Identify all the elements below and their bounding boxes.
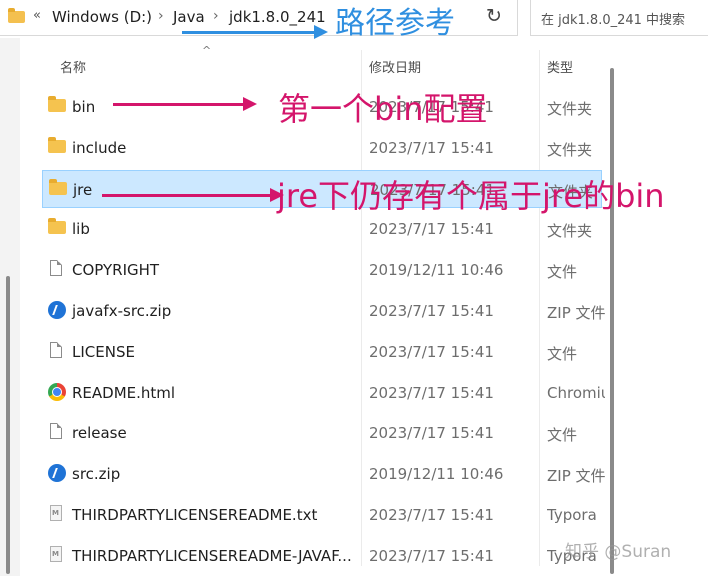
- file-icon: [50, 342, 62, 358]
- column-header-name[interactable]: 名称: [60, 57, 86, 76]
- breadcrumb-separator-icon[interactable]: ›: [158, 8, 164, 24]
- file-row-thirdpartylicensereadme-txt[interactable]: THIRDPARTYLICENSEREADME.txt 2023/7/17 15:…: [42, 496, 602, 534]
- search-placeholder: 在 jdk1.8.0_241 中搜索: [541, 13, 686, 28]
- file-type: ZIP 文件: [547, 467, 605, 485]
- path-annotation: 路径参考: [335, 6, 455, 41]
- arrow-line: [102, 194, 272, 197]
- file-type: 文件夹: [547, 222, 593, 240]
- folder-icon: [48, 218, 66, 234]
- jre-annotation: jre下仍存有个属于jre的bin: [277, 177, 665, 215]
- file-row-license[interactable]: LICENSE 2023/7/17 15:41 文件: [42, 333, 602, 371]
- file-name: COPYRIGHT: [72, 261, 160, 279]
- file-row-readme-html[interactable]: README.html 2023/7/17 15:41 Chromium: [42, 374, 605, 412]
- file-list-scroll-thumb[interactable]: [610, 68, 614, 574]
- file-type: Typora: [547, 506, 597, 524]
- column-header-date[interactable]: 修改日期: [369, 57, 421, 76]
- modified-date: 2019/12/11 10:46: [369, 465, 504, 483]
- arrow-head: [243, 97, 257, 111]
- file-name: bin: [72, 98, 96, 116]
- file-type: 文件: [547, 345, 578, 363]
- file-name: lib: [72, 220, 90, 238]
- modified-date: 2023/7/17 15:41: [369, 384, 494, 402]
- modified-date: 2023/7/17 15:41: [369, 424, 494, 442]
- file-name: release: [72, 424, 127, 442]
- zip-icon: [48, 464, 66, 482]
- folder-icon: [49, 179, 67, 195]
- file-name: THIRDPARTYLICENSEREADME.txt: [72, 506, 318, 524]
- breadcrumb-jdk[interactable]: jdk1.8.0_241: [229, 8, 326, 26]
- file-row-include[interactable]: include 2023/7/17 15:41 文件夹: [42, 129, 602, 167]
- modified-date: 2023/7/17 15:41: [369, 302, 494, 320]
- file-type: 文件: [547, 263, 578, 281]
- file-row-release[interactable]: release 2023/7/17 15:41 文件: [42, 414, 602, 452]
- search-input[interactable]: 在 jdk1.8.0_241 中搜索: [530, 0, 708, 36]
- modified-date: 2023/7/17 15:41: [369, 506, 494, 524]
- arrow-line: [113, 103, 245, 106]
- bin-annotation: 第一个bin配置: [278, 90, 488, 128]
- file-name: src.zip: [72, 465, 121, 483]
- modified-date: 2023/7/17 15:41: [369, 139, 494, 157]
- typora-icon: [50, 505, 62, 521]
- folder-icon: [8, 8, 25, 23]
- file-name: LICENSE: [72, 343, 135, 361]
- arrow-line: [182, 31, 316, 34]
- file-icon: [50, 423, 62, 439]
- modified-date: 2019/12/11 10:46: [369, 261, 504, 279]
- file-type: Chromium: [547, 384, 605, 402]
- watermark: 知乎 @Suran: [565, 542, 672, 562]
- file-type: 文件: [547, 426, 578, 444]
- navigation-pane-scrollbar[interactable]: [0, 38, 20, 576]
- file-type: 文件夹: [547, 100, 593, 118]
- folder-icon: [48, 137, 66, 153]
- chrome-icon: [48, 383, 66, 401]
- breadcrumb-java[interactable]: Java: [173, 8, 205, 26]
- file-name: README.html: [72, 384, 176, 402]
- file-name: jre: [73, 181, 93, 199]
- folder-icon: [48, 96, 66, 112]
- breadcrumb-separator-icon[interactable]: ›: [213, 8, 219, 24]
- modified-date: 2023/7/17 15:41: [369, 547, 494, 565]
- file-name: include: [72, 139, 127, 157]
- file-name: THIRDPARTYLICENSEREADME-JAVAF...: [72, 547, 352, 565]
- modified-date: 2023/7/17 15:41: [369, 220, 494, 238]
- arrow-head: [314, 25, 328, 39]
- file-list-scrollbar[interactable]: [604, 54, 620, 576]
- file-row-thirdpartylicensereadme-javaf[interactable]: THIRDPARTYLICENSEREADME-JAVAF... 2023/7/1…: [42, 537, 602, 575]
- breadcrumb-drive[interactable]: Windows (D:): [52, 8, 152, 26]
- breadcrumb-overflow-icon[interactable]: «: [33, 8, 41, 23]
- sort-ascending-icon: ^: [202, 44, 212, 57]
- column-header-type[interactable]: 类型: [547, 57, 573, 76]
- file-name: javafx-src.zip: [72, 302, 172, 320]
- file-type: 文件夹: [547, 141, 593, 159]
- modified-date: 2023/7/17 15:41: [369, 343, 494, 361]
- zip-icon: [48, 301, 66, 319]
- navigation-pane-scroll-thumb[interactable]: [6, 276, 10, 574]
- file-row-copyright[interactable]: COPYRIGHT 2019/12/11 10:46 文件: [42, 251, 602, 289]
- file-type: ZIP 文件: [547, 304, 605, 322]
- file-icon: [50, 260, 62, 276]
- file-row-javafx-src-zip[interactable]: javafx-src.zip 2023/7/17 15:41 ZIP 文件: [42, 292, 605, 330]
- file-row-src-zip[interactable]: src.zip 2019/12/11 10:46 ZIP 文件: [42, 455, 605, 493]
- refresh-icon[interactable]: ↻: [486, 5, 502, 27]
- typora-icon: [50, 546, 62, 562]
